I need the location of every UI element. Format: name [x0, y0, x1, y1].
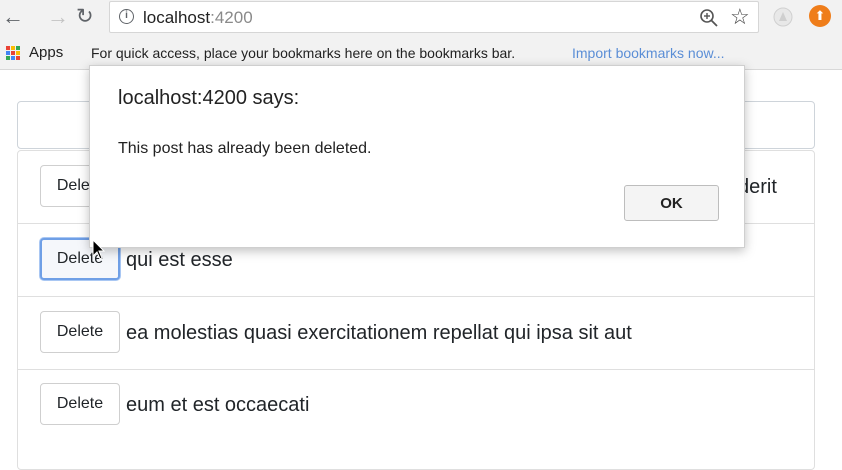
up-arrow-icon: ⬆	[814, 8, 826, 23]
mouse-cursor-icon	[92, 239, 106, 260]
post-title: eum et est occaecati	[126, 394, 310, 416]
url-port: :4200	[210, 8, 253, 27]
address-bar[interactable]: i localhost:4200 ☆	[109, 1, 759, 33]
delete-button[interactable]: Delete	[40, 311, 120, 353]
dialog-title: localhost:4200 says:	[118, 87, 300, 109]
ok-button[interactable]: OK	[624, 185, 719, 221]
forward-arrow-icon[interactable]: →	[47, 4, 69, 30]
extension-icon[interactable]	[772, 6, 794, 28]
browser-toolbar: ← → ↻ i localhost:4200 ☆ ⬆	[0, 0, 842, 36]
import-bookmarks-link[interactable]: Import bookmarks now...	[572, 45, 725, 61]
delete-button[interactable]: Delete	[40, 383, 120, 425]
apps-link[interactable]: Apps	[29, 44, 63, 61]
post-title: qui est esse	[126, 249, 233, 271]
list-item: Delete eum et est occaecati	[18, 369, 814, 442]
zoom-icon[interactable]	[697, 6, 721, 30]
post-title: ea molestias quasi exercitationem repell…	[126, 322, 632, 344]
list-item: Delete ea molestias quasi exercitationem…	[18, 297, 814, 370]
url-text: localhost:4200	[143, 8, 253, 28]
bookmark-star-icon[interactable]: ☆	[730, 4, 750, 30]
dialog-message: This post has already been deleted.	[118, 140, 372, 157]
reload-icon[interactable]: ↻	[76, 4, 94, 30]
info-icon[interactable]: i	[119, 9, 134, 24]
back-arrow-icon[interactable]: ←	[2, 4, 24, 30]
update-extension-icon[interactable]: ⬆	[809, 5, 831, 27]
alert-dialog: localhost:4200 says: This post has alrea…	[89, 65, 745, 248]
url-host: localhost	[143, 8, 211, 27]
apps-grid-icon[interactable]	[6, 46, 20, 60]
bookmarks-hint: For quick access, place your bookmarks h…	[91, 45, 516, 61]
